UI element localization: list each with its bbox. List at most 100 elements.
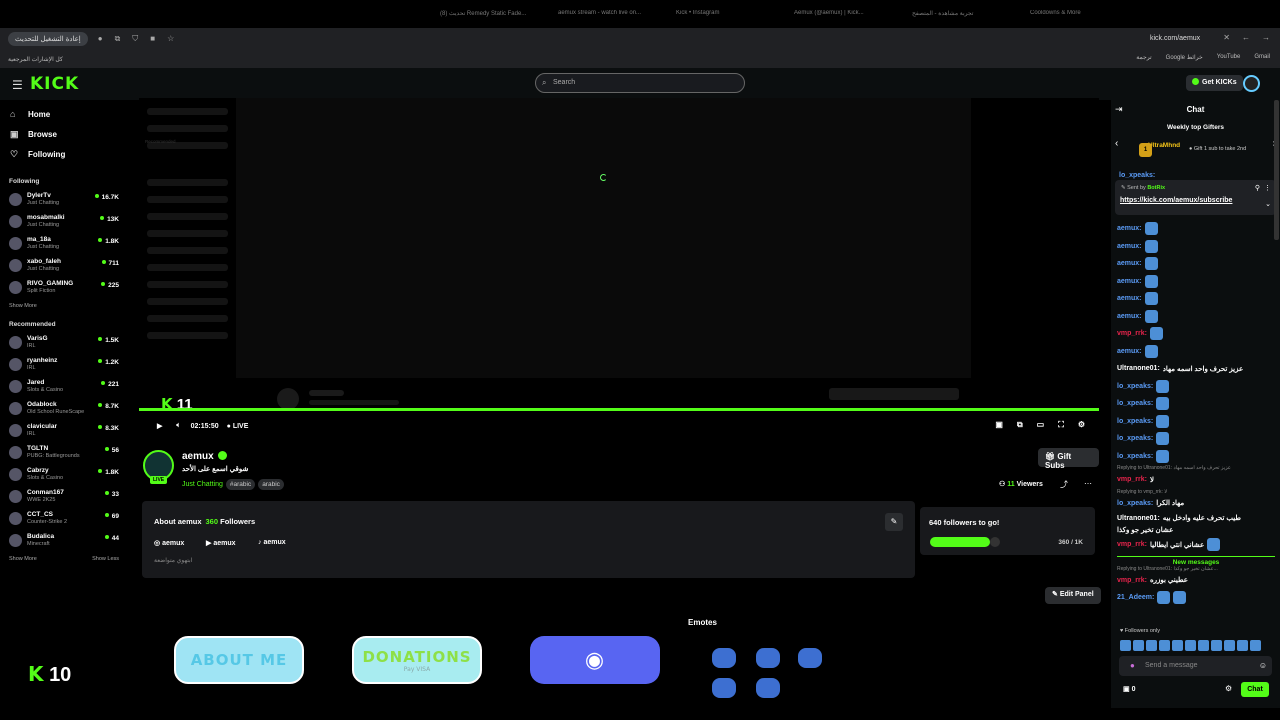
more-icon[interactable]: ⋯ [1084, 479, 1092, 488]
nav-browse[interactable]: ▣ Browse [0, 124, 128, 144]
nav-home[interactable]: ⌂ Home [0, 104, 128, 124]
emote[interactable] [1237, 640, 1248, 651]
discord-panel[interactable]: ◉ [530, 636, 660, 684]
sidebar-channel[interactable]: Budalica Minecraft 44 [0, 530, 128, 552]
more-vert-icon[interactable]: ⋮ [1264, 184, 1271, 192]
emote-image[interactable] [712, 648, 736, 668]
chat-settings-icon[interactable]: ⚙ [1225, 684, 1232, 693]
chat-username[interactable]: aemux: [1117, 225, 1142, 232]
browser-tab[interactable]: Kick • Instagram [676, 10, 786, 28]
social-link[interactable]: ◎ aemux [154, 539, 184, 547]
bookmark[interactable]: YouTube [1217, 54, 1241, 61]
miniplayer-icon[interactable]: ▣ [995, 420, 1003, 430]
browser-tab[interactable]: Cooldowns & More [1030, 10, 1140, 28]
chat-username[interactable]: vmp_rrk: [1117, 541, 1147, 548]
sidebar-channel[interactable]: DylerTv Just Chatting 16.7K [0, 189, 128, 211]
emote[interactable] [1198, 640, 1209, 651]
browser-tab[interactable]: Aemux (@aemux) | Kick... [794, 10, 904, 28]
chat-username[interactable]: vmp_rrk: [1117, 577, 1147, 584]
live-indicator[interactable]: ● LIVE [227, 423, 249, 430]
chat-username[interactable]: aemux: [1117, 260, 1142, 267]
emote[interactable] [1146, 640, 1157, 651]
nav-following[interactable]: ♡ Following [0, 144, 128, 164]
sidebar-channel[interactable]: mosabmalki Just Chatting 13K [0, 211, 128, 233]
channel-name[interactable]: aemux [182, 451, 227, 462]
chat-username[interactable]: lo_xpeaks: [1117, 435, 1153, 442]
sidebar-channel[interactable]: RIVO_GAMING Split Fiction 225 [0, 277, 128, 299]
sidebar-channel[interactable]: Conman167 WWE 2K25 33 [0, 486, 128, 508]
chat-username[interactable]: aemux: [1117, 243, 1142, 250]
bookmark[interactable]: ترجمة [1136, 54, 1151, 61]
chat-username[interactable]: Ultranone01: [1117, 515, 1160, 522]
extension-icon[interactable]: ● [98, 34, 103, 44]
theater-icon[interactable]: ▭ [1037, 420, 1045, 430]
channel-points[interactable]: ▣ 0 [1123, 685, 1135, 693]
emoji-icon[interactable]: ☺ [1259, 661, 1267, 670]
show-more-following[interactable]: Show More [9, 303, 37, 309]
bookmark[interactable]: Google خرائط [1166, 54, 1203, 61]
chat-username[interactable]: vmp_rrk: [1117, 330, 1147, 337]
emote[interactable] [1172, 640, 1183, 651]
sidebar-channel[interactable]: TGLTN PUBG: Battlegrounds 56 [0, 442, 128, 464]
extension-icon[interactable]: ■ [150, 34, 155, 44]
emote[interactable] [1120, 640, 1131, 651]
show-less-recommended[interactable]: Show Less [92, 556, 119, 562]
chat-username[interactable]: lo_xpeaks: [1117, 500, 1153, 507]
share-icon[interactable]: ⤴ [1060, 479, 1068, 490]
emote-image[interactable] [798, 648, 822, 668]
emote[interactable] [1250, 640, 1261, 651]
fullscreen-icon[interactable]: ⛶ [1058, 420, 1064, 430]
star-icon[interactable]: ☆ [167, 34, 174, 44]
update-button[interactable]: إعادة التشغيل للتحديث [8, 32, 88, 46]
settings-gear-icon[interactable]: ⚙ [1078, 420, 1085, 430]
user-avatar[interactable] [1243, 75, 1260, 92]
emote[interactable] [1159, 640, 1170, 651]
sidebar-channel[interactable]: Odablock Old School RuneScape 8.7K [0, 398, 128, 420]
get-kicks-button[interactable]: Get KICKs [1186, 75, 1243, 91]
page-scrollbar[interactable] [1274, 100, 1279, 240]
clip-icon[interactable]: ⧉ [1017, 420, 1023, 430]
sidebar-channel[interactable]: xabo_faleh Just Chatting 711 [0, 255, 128, 277]
emote-image[interactable] [712, 678, 736, 698]
all-bookmarks[interactable]: كل الإشارات المرجعية [8, 56, 63, 63]
emote[interactable] [1224, 640, 1235, 651]
chevron-left-icon[interactable]: ‹ [1115, 138, 1118, 149]
sidebar-channel[interactable]: CCT_CS Counter-Strike 2 69 [0, 508, 128, 530]
emote[interactable] [1211, 640, 1222, 651]
address-bar[interactable]: kick.com/aemux [1150, 35, 1200, 42]
emote-image[interactable] [756, 678, 780, 698]
sidebar-channel[interactable]: Jared Slots & Casino 221 [0, 376, 128, 398]
menu-icon[interactable]: ☰ [12, 78, 23, 92]
forward-icon[interactable]: → [1262, 33, 1270, 42]
chat-username[interactable]: lo_xpeaks: [1117, 383, 1153, 390]
browser-tab[interactable]: تجربة مشاهدة - المتصفح [912, 10, 1022, 28]
sidebar-channel[interactable]: ryanheinz IRL 1.2K [0, 354, 128, 376]
chat-username[interactable]: aemux: [1117, 348, 1142, 355]
emote-image[interactable] [756, 648, 780, 668]
chat-username[interactable]: aemux: [1117, 313, 1142, 320]
sidebar-channel[interactable]: ma_18a Just Chatting 1.8K [0, 233, 128, 255]
chat-username[interactable]: aemux: [1117, 278, 1142, 285]
chat-username[interactable]: lo_xpeaks: [1117, 400, 1153, 407]
send-chat-button[interactable]: Chat [1241, 682, 1269, 697]
play-icon[interactable]: ▶ [157, 422, 162, 430]
browser-tab[interactable]: (8) تحديث Remedy Static Fade... [440, 10, 550, 28]
shield-icon[interactable]: ⛉ [132, 34, 138, 44]
show-more-recommended[interactable]: Show More [9, 556, 37, 562]
browser-tab[interactable]: aemux stream - watch live on... [558, 10, 668, 28]
extension-icon[interactable]: ⧉ [115, 34, 121, 44]
pinned-link[interactable]: https://kick.com/aemux/subscribe [1120, 197, 1232, 204]
chevron-down-icon[interactable]: ⌄ [1265, 200, 1271, 208]
chat-input[interactable]: ● Send a message ☺ [1119, 656, 1272, 676]
emote[interactable] [1133, 640, 1144, 651]
chat-username[interactable]: lo_xpeaks: [1117, 418, 1153, 425]
sidebar-channel[interactable]: Cabrzy Slots & Casino 1.8K [0, 464, 128, 486]
chat-username[interactable]: aemux: [1117, 295, 1142, 302]
sidebar-channel[interactable]: clavicular IRL 8.3K [0, 420, 128, 442]
social-link[interactable]: ▶ aemux [206, 539, 236, 547]
volume-icon[interactable]: 🔈︎ [176, 422, 180, 430]
close-icon[interactable]: ✕ [1223, 33, 1230, 42]
chat-username[interactable]: 21_Adeem: [1117, 594, 1154, 601]
donations-panel[interactable]: DONATIONS Pay VISA [352, 636, 482, 684]
edit-pencil-icon[interactable]: ✎ [885, 513, 903, 531]
